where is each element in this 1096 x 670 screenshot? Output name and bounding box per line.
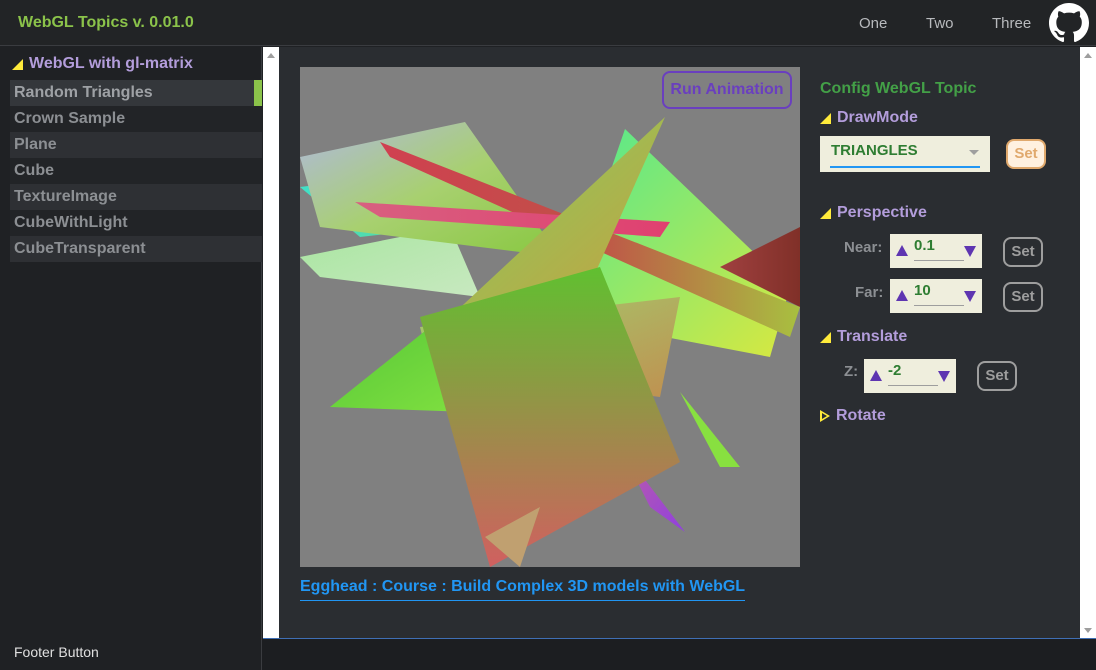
input-underline (888, 385, 938, 386)
top-bar: WebGL Topics v. 0.01.0 One Two Three (0, 0, 1096, 46)
near-label: Near: (844, 239, 883, 256)
decrement-arrow-icon[interactable] (964, 246, 976, 257)
select-underline (830, 166, 980, 168)
nav-two[interactable]: Two (926, 15, 954, 32)
sidebar-item-crown-sample[interactable]: Crown Sample (10, 106, 262, 132)
nav-three[interactable]: Three (992, 15, 1031, 32)
drawmode-section-header[interactable]: DrawMode (820, 109, 918, 127)
github-icon[interactable] (1049, 3, 1089, 43)
sidebar-item-cube[interactable]: Cube (10, 158, 262, 184)
sidebar-menu: Random Triangles Crown Sample Plane Cube… (10, 80, 262, 262)
near-set-button[interactable]: Set (1003, 237, 1043, 267)
rotate-section-header[interactable]: Rotate (820, 407, 886, 425)
far-stepper[interactable]: 10 (890, 279, 982, 313)
sidebar-section-header[interactable]: WebGL with gl-matrix (12, 55, 193, 73)
input-underline (914, 260, 964, 261)
right-scrollbar[interactable] (1080, 47, 1096, 639)
near-stepper[interactable]: 0.1 (890, 234, 982, 268)
translate-section-header[interactable]: Translate (820, 328, 907, 346)
sidebar: WebGL with gl-matrix Random Triangles Cr… (0, 47, 262, 670)
webgl-scene (300, 117, 800, 567)
collapsed-triangle-icon (820, 410, 830, 422)
config-title: Config WebGL Topic (820, 80, 977, 97)
chevron-down-icon (969, 150, 979, 155)
decrement-arrow-icon[interactable] (964, 291, 976, 302)
scroll-up-arrow-icon[interactable] (1084, 53, 1092, 58)
z-value[interactable]: -2 (888, 362, 901, 379)
expanded-triangle-icon (820, 207, 831, 219)
far-value[interactable]: 10 (914, 282, 931, 299)
far-set-button[interactable]: Set (1003, 282, 1043, 312)
z-set-button[interactable]: Set (977, 361, 1017, 391)
status-bar (262, 639, 1096, 670)
sidebar-item-plane[interactable]: Plane (10, 132, 262, 158)
sidebar-item-random-triangles[interactable]: Random Triangles (10, 80, 262, 106)
nav-one[interactable]: One (859, 15, 887, 32)
increment-arrow-icon[interactable] (896, 245, 908, 256)
increment-arrow-icon[interactable] (896, 290, 908, 301)
app-title: WebGL Topics v. 0.01.0 (18, 14, 194, 31)
expanded-triangle-icon (12, 58, 23, 70)
scroll-up-arrow-icon[interactable] (267, 53, 275, 58)
footer-button[interactable]: Footer Button (14, 644, 99, 660)
drawmode-heading: DrawMode (837, 109, 918, 126)
decrement-arrow-icon[interactable] (938, 371, 950, 382)
perspective-heading: Perspective (837, 204, 927, 221)
rotate-heading: Rotate (836, 407, 886, 424)
far-label: Far: (855, 284, 884, 301)
sidebar-item-cube-with-light[interactable]: CubeWithLight (10, 210, 262, 236)
translate-heading: Translate (837, 328, 908, 345)
drawmode-set-button[interactable]: Set (1006, 139, 1046, 169)
z-stepper[interactable]: -2 (864, 359, 956, 393)
z-label: Z: (844, 363, 859, 380)
expanded-triangle-icon (820, 112, 831, 124)
increment-arrow-icon[interactable] (870, 370, 882, 381)
webgl-canvas[interactable] (300, 67, 800, 567)
input-underline (914, 305, 964, 306)
perspective-section-header[interactable]: Perspective (820, 204, 927, 222)
expanded-triangle-icon (820, 331, 831, 343)
course-link[interactable]: Egghead : Course : Build Complex 3D mode… (300, 578, 746, 601)
sidebar-section-label: WebGL with gl-matrix (29, 55, 193, 72)
drawmode-selected-value: TRIANGLES (831, 142, 918, 159)
run-animation-button[interactable]: Run Animation (662, 71, 792, 109)
left-scrollbar[interactable] (263, 47, 279, 639)
sidebar-item-texture-image[interactable]: TextureImage (10, 184, 262, 210)
scroll-down-arrow-icon[interactable] (1084, 628, 1092, 633)
near-value[interactable]: 0.1 (914, 237, 935, 254)
drawmode-select[interactable]: TRIANGLES (820, 136, 990, 172)
sidebar-item-cube-transparent[interactable]: CubeTransparent (10, 236, 262, 262)
